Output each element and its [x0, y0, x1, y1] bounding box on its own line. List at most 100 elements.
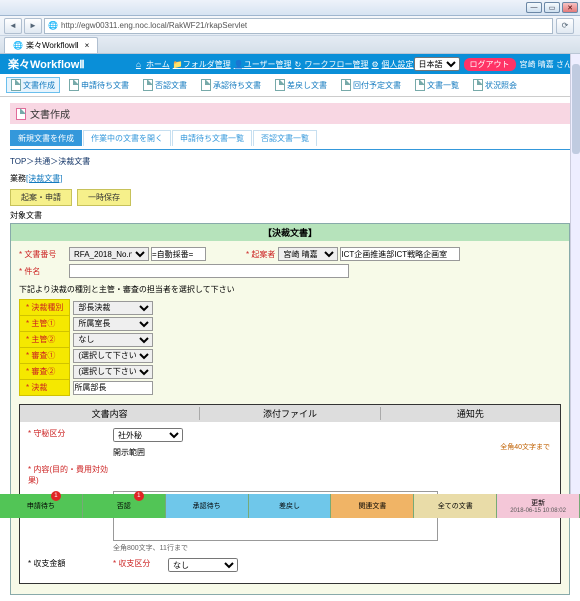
col-notify[interactable]: 通知先	[381, 407, 560, 420]
s1-select[interactable]: (選択して下さい)	[73, 349, 153, 363]
m1-select[interactable]: 所属室長	[73, 317, 153, 331]
class-select[interactable]: なし	[168, 558, 238, 572]
status-refresh[interactable]: 更新 2018-06-15 10:08:02	[497, 494, 580, 518]
folder-icon: 📁	[173, 60, 182, 69]
subnav-applied[interactable]: 申請待ち文書	[64, 77, 134, 93]
vertical-scrollbar[interactable]	[570, 54, 580, 494]
logout-button[interactable]: ログアウト	[464, 58, 516, 71]
secrecy-label: * 守秘区分	[28, 428, 113, 442]
language-select[interactable]: 日本語	[414, 57, 460, 71]
doc-icon	[11, 79, 21, 91]
subnav-status[interactable]: 状況照会	[468, 77, 522, 93]
menu-personal[interactable]: ⚙個人設定	[372, 59, 414, 70]
window-minimize-button[interactable]: —	[526, 2, 542, 13]
col-attachment[interactable]: 添付ファイル	[200, 407, 380, 420]
col-content[interactable]: 文書内容	[20, 407, 200, 420]
status-pending[interactable]: 承認待ち	[166, 494, 249, 518]
originator-select[interactable]: 宮崎 晴嘉	[278, 247, 338, 261]
subnav-returned[interactable]: 差戻し文書	[270, 77, 332, 93]
dec-label: * 決裁	[20, 380, 70, 396]
dec-field[interactable]	[73, 381, 153, 395]
gear-icon: ⚙	[372, 60, 381, 69]
tab-new-doc[interactable]: 新規文書を作成	[10, 130, 82, 146]
status-denied[interactable]: 否認 1	[83, 494, 166, 518]
doc-no-label: * 文書番号	[19, 249, 69, 260]
tab-working[interactable]: 作業中の文書を開く	[83, 130, 171, 146]
doc-icon	[69, 79, 79, 91]
s2-label: * 審査②	[20, 364, 70, 380]
subnav-scheduled[interactable]: 回付予定文書	[336, 77, 406, 93]
page-title-text: 文書作成	[30, 106, 70, 121]
apply-button[interactable]: 起案・申請	[10, 189, 72, 206]
badge-applied: 1	[51, 491, 61, 501]
subject-label: * 件名	[19, 266, 69, 277]
menu-home[interactable]: ⌂ホーム	[136, 59, 170, 70]
secrecy-select[interactable]: 社外秘	[113, 428, 183, 442]
task-line: 業務[決裁文書]	[10, 173, 570, 184]
doc-icon	[16, 108, 26, 120]
window-titlebar: — ▭ ✕	[0, 0, 580, 16]
badge-denied: 1	[134, 491, 144, 501]
subnav-pending[interactable]: 承認待ち文書	[196, 77, 266, 93]
status-related[interactable]: 関連文書	[331, 494, 414, 518]
document-subnav: 文書作成 申請待ち文書 否認文書 承認待ち文書 差戻し文書 回付予定文書 文書一…	[0, 74, 580, 97]
doc-no-select[interactable]: RFA_2018_No.n	[69, 247, 149, 261]
doc-no-auto[interactable]	[151, 247, 206, 261]
scope-label: 開示範囲	[28, 447, 552, 458]
originator-dept[interactable]	[340, 247, 460, 261]
secondary-tabs: 新規文書を作成 作業中の文書を開く 申請待ち文書一覧 否認文書一覧	[10, 130, 570, 146]
s1-label: * 審査①	[20, 348, 70, 364]
browser-tab[interactable]: 🌐 楽々WorkflowⅡ ×	[4, 37, 98, 53]
class-label: * 収支区分	[113, 558, 168, 572]
status-all[interactable]: 全ての文書	[414, 494, 497, 518]
target-doc-label: 対象文書	[10, 210, 570, 221]
task-prefix: 業務	[10, 174, 26, 183]
task-link[interactable]: [決裁文書]	[26, 174, 62, 183]
originator-label: * 起案者	[246, 249, 275, 260]
save-draft-button[interactable]: 一時保存	[77, 189, 131, 206]
subnav-create[interactable]: 文書作成	[6, 77, 60, 93]
status-applied[interactable]: 申請待ち 1	[0, 494, 83, 518]
doc-icon	[415, 79, 425, 91]
user-icon: 👤	[234, 60, 243, 69]
url-field[interactable]: 🌐 http://egw00311.eng.noc.local/RakWF21/…	[44, 18, 553, 34]
main-box-title: 【決裁文書】	[11, 224, 569, 241]
current-user-label: 宮崎 晴嘉 さん	[520, 59, 572, 70]
forward-button[interactable]: ►	[24, 18, 42, 34]
page-body: 文書作成 新規文書を作成 作業中の文書を開く 申請待ち文書一覧 否認文書一覧 T…	[0, 97, 580, 601]
refresh-timestamp: 2018-06-15 10:08:02	[510, 508, 566, 514]
refresh-button[interactable]: ⟳	[556, 18, 574, 34]
scroll-thumb[interactable]	[572, 64, 580, 154]
menu-user[interactable]: 👤ユーザー管理	[234, 59, 292, 70]
back-button[interactable]: ◄	[4, 18, 22, 34]
selection-hint: 下記より決裁の種別と主管・審査の担当者を選択して下さい	[19, 284, 561, 295]
tab-applied-list[interactable]: 申請待ち文書一覧	[172, 130, 252, 146]
main-form-box: 【決裁文書】 * 文書番号 RFA_2018_No.n * 起案者 宮崎 晴嘉 …	[10, 223, 570, 595]
doc-icon	[143, 79, 153, 91]
kind-label: * 決裁種別	[20, 300, 70, 316]
app-menu: ⌂ホーム 📁フォルダ管理 👤ユーザー管理 ↻ワークフロー管理 ⚙個人設定 日本語…	[133, 57, 572, 71]
budget-label: * 収支金額	[28, 558, 113, 572]
m2-select[interactable]: なし	[73, 333, 153, 347]
menu-folder[interactable]: 📁フォルダ管理	[173, 59, 231, 70]
s2-select[interactable]: (選択して下さい)	[73, 365, 153, 379]
doc-icon	[341, 79, 351, 91]
scope-hint: 全角40文字まで	[500, 442, 550, 452]
m2-label: * 主管②	[20, 332, 70, 348]
m1-label: * 主管①	[20, 316, 70, 332]
kind-select[interactable]: 部長決裁	[73, 301, 153, 315]
tab-approve-list[interactable]: 否認文書一覧	[253, 130, 317, 146]
brand-logo: 楽々WorkflowⅡ	[8, 56, 85, 72]
window-maximize-button[interactable]: ▭	[544, 2, 560, 13]
subnav-approve[interactable]: 否認文書	[138, 77, 192, 93]
window-close-button[interactable]: ✕	[562, 2, 578, 13]
subnav-list[interactable]: 文書一覧	[410, 77, 464, 93]
app-header: 楽々WorkflowⅡ ⌂ホーム 📁フォルダ管理 👤ユーザー管理 ↻ワークフロー…	[0, 54, 580, 74]
breadcrumb: TOP＞共通＞決裁文書	[10, 156, 570, 167]
doc-icon	[201, 79, 211, 91]
menu-flow[interactable]: ↻ワークフロー管理	[295, 59, 369, 70]
textarea-hint: 全角800文字、11行まで	[113, 543, 552, 553]
tab-title: 楽々WorkflowⅡ	[26, 40, 79, 51]
status-returned[interactable]: 差戻し	[249, 494, 332, 518]
subject-input[interactable]	[69, 264, 349, 278]
